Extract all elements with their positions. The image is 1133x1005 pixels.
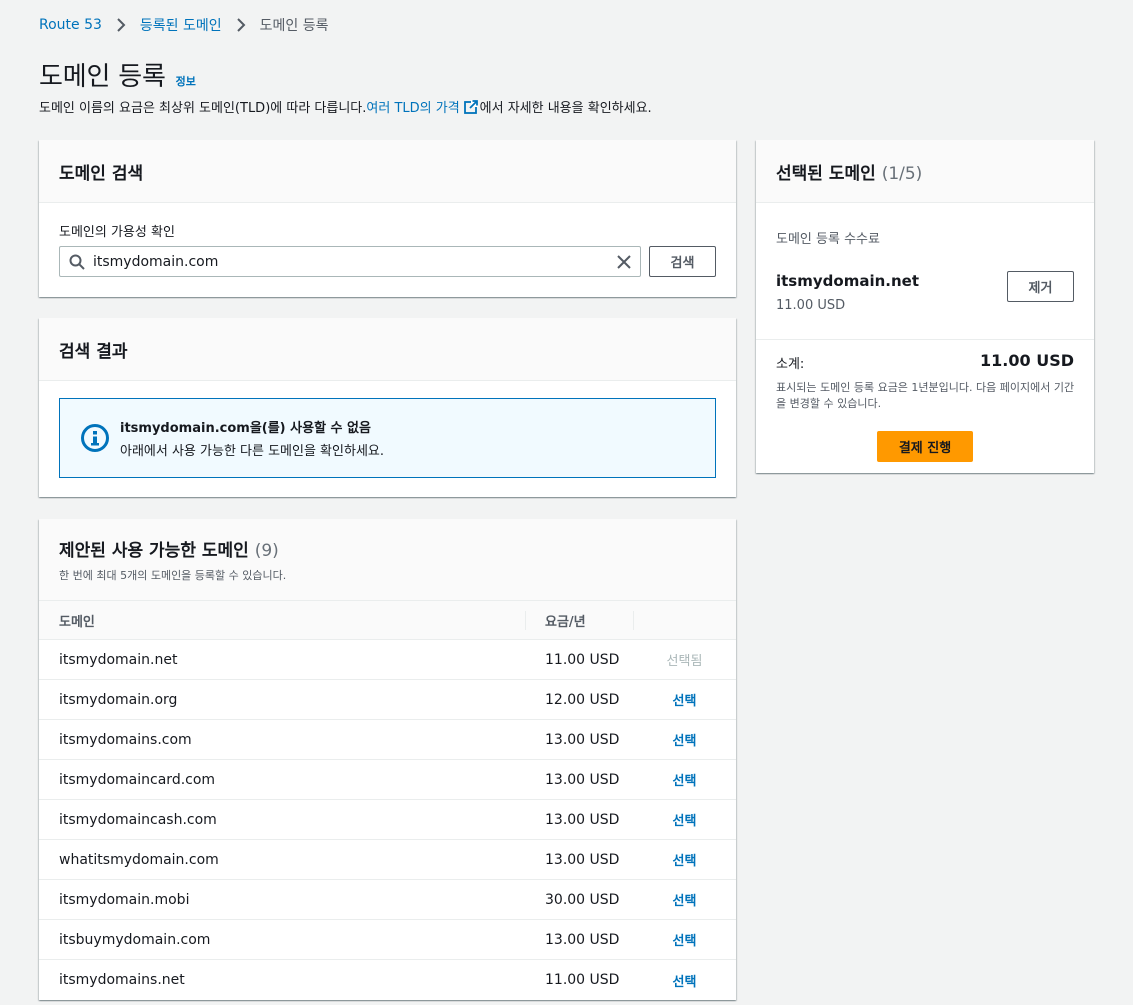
table-row: itsmydomaincard.com 13.00 USD 선택	[39, 760, 736, 800]
domain-search-title: 도메인 검색	[59, 163, 144, 184]
tld-pricing-link[interactable]: 여러 TLD의 가격	[366, 97, 459, 116]
row-price: 13.00 USD	[545, 771, 620, 788]
table-body: itsmydomain.net 11.00 USD 선택됨 itsmydomai…	[39, 640, 736, 1000]
selected-domains-title-text: 선택된 도메인	[776, 163, 876, 184]
page-title: 도메인 등록	[39, 62, 166, 92]
alert-title: itsmydomain.com을(를) 사용할 수 없음	[120, 421, 371, 436]
table-header: 도메인 요금/년	[39, 601, 736, 640]
registration-fee-label: 도메인 등록 수수료	[776, 232, 880, 247]
select-button[interactable]: 선택	[673, 734, 697, 749]
row-price: 13.00 USD	[545, 851, 620, 868]
select-button[interactable]: 선택	[673, 774, 697, 789]
page-header: 도메인 등록 정보	[39, 56, 196, 93]
selected-label: 선택됨	[666, 654, 703, 669]
search-field[interactable]	[59, 246, 641, 277]
checkout-button[interactable]: 결제 진행	[877, 431, 973, 462]
select-button[interactable]: 선택	[673, 934, 697, 949]
row-domain: itsmydomain.mobi	[59, 891, 190, 908]
description-text: 도메인 이름의 요금은 최상위 도메인(TLD)에 따라 다릅니다.	[39, 101, 367, 116]
row-price: 13.00 USD	[545, 931, 620, 948]
row-domain: itsmydomains.com	[59, 731, 192, 748]
suggested-domains-subtitle: 한 번에 최대 5개의 도메인을 등록할 수 있습니다.	[59, 569, 287, 582]
alert-text: itsmydomain.com을(를) 사용할 수 없음 아래에서 사용 가능한…	[120, 417, 384, 459]
row-price: 13.00 USD	[545, 811, 620, 828]
suggested-domains-header: 제안된 사용 가능한 도메인 (9) 한 번에 최대 5개의 도메인을 등록할 …	[39, 519, 736, 601]
suggested-domains-title: 제안된 사용 가능한 도메인 (9)	[59, 536, 716, 561]
external-link-icon[interactable]	[463, 99, 478, 114]
row-price: 11.00 USD	[545, 651, 620, 668]
subtotal-value: 11.00 USD	[980, 351, 1074, 370]
page-description: 도메인 이름의 요금은 최상위 도메인(TLD)에 따라 다릅니다. 여러 TL…	[39, 97, 652, 116]
row-domain: itsbuymydomain.com	[59, 931, 211, 948]
chevron-right-icon	[110, 15, 132, 35]
selected-domains-title: 선택된 도메인 (1/5)	[776, 159, 1074, 184]
select-button[interactable]: 선택	[673, 894, 697, 909]
selected-domains-header: 선택된 도메인 (1/5)	[756, 140, 1094, 203]
suggested-domains-panel: 제안된 사용 가능한 도메인 (9) 한 번에 최대 5개의 도메인을 등록할 …	[39, 519, 736, 1000]
row-price: 12.00 USD	[545, 691, 620, 708]
subtotal-label: 소계:	[776, 357, 805, 372]
column-divider	[525, 611, 526, 630]
select-button[interactable]: 선택	[673, 854, 697, 869]
info-icon	[80, 423, 110, 453]
row-domain: itsmydomaincash.com	[59, 811, 217, 828]
row-domain: itsmydomains.net	[59, 972, 185, 988]
info-link[interactable]: 정보	[176, 73, 196, 89]
row-domain: itsmydomain.net	[59, 651, 178, 668]
description-suffix: 에서 자세한 내용을 확인하세요.	[479, 101, 652, 116]
table-row: itsmydomain.mobi 30.00 USD 선택	[39, 880, 736, 920]
table-row: itsmydomains.net 11.00 USD 선택	[39, 960, 736, 1000]
table-row: itsmydomaincash.com 13.00 USD 선택	[39, 800, 736, 840]
row-price: 11.00 USD	[545, 972, 620, 988]
select-button[interactable]: 선택	[673, 694, 697, 709]
domain-search-input[interactable]	[93, 247, 615, 276]
row-domain: whatitsmydomain.com	[59, 851, 219, 868]
table-row: itsmydomain.net 11.00 USD 선택됨	[39, 640, 736, 680]
search-icon	[69, 254, 85, 270]
select-button[interactable]: 선택	[673, 975, 697, 990]
row-domain: itsmydomain.org	[59, 691, 178, 708]
search-button[interactable]: 검색	[649, 246, 716, 277]
table-row: itsmydomain.org 12.00 USD 선택	[39, 680, 736, 720]
row-price: 30.00 USD	[545, 891, 620, 908]
remove-button[interactable]: 제거	[1007, 271, 1074, 302]
table-row: whatitsmydomain.com 13.00 USD 선택	[39, 840, 736, 880]
column-divider	[633, 611, 634, 630]
column-header-domain[interactable]: 도메인	[39, 611, 525, 630]
selected-domains-panel: 선택된 도메인 (1/5) 도메인 등록 수수료 itsmydomain.net…	[756, 140, 1094, 473]
select-button[interactable]: 선택	[673, 814, 697, 829]
search-results-header: 검색 결과	[39, 318, 736, 381]
breadcrumb: Route 53 등록된 도메인 도메인 등록	[39, 15, 329, 35]
breadcrumb-current: 도메인 등록	[259, 18, 329, 34]
column-header-price[interactable]: 요금/년	[525, 611, 633, 630]
breadcrumb-route53[interactable]: Route 53	[39, 17, 102, 33]
domain-search-panel: 도메인 검색 도메인의 가용성 확인 검색	[39, 140, 736, 297]
table-row: itsmydomains.com 13.00 USD 선택	[39, 720, 736, 760]
domain-search-header: 도메인 검색	[39, 140, 736, 203]
selected-domain-name: itsmydomain.net	[776, 272, 919, 290]
suggested-count: (9)	[254, 541, 279, 561]
close-icon[interactable]	[615, 253, 633, 271]
availability-label: 도메인의 가용성 확인	[59, 225, 175, 240]
suggested-domains-title-text: 제안된 사용 가능한 도메인	[59, 541, 249, 561]
search-results-panel: 검색 결과 itsmydomain.com을(를) 사용할 수 없음 아래에서 …	[39, 318, 736, 497]
pricing-note: 표시되는 도메인 등록 요금은 1년분입니다. 다음 페이지에서 기간을 변경할…	[776, 381, 1075, 410]
breadcrumb-registered-domains[interactable]: 등록된 도메인	[140, 15, 222, 35]
chevron-right-icon	[230, 15, 252, 35]
divider	[756, 339, 1094, 340]
row-price: 13.00 USD	[545, 731, 620, 748]
row-domain: itsmydomaincard.com	[59, 771, 216, 788]
alert-body: 아래에서 사용 가능한 다른 도메인을 확인하세요.	[120, 444, 384, 459]
table-row: itsbuymydomain.com 13.00 USD 선택	[39, 920, 736, 960]
selected-domain-price: 11.00 USD	[776, 298, 846, 313]
search-results-title: 검색 결과	[59, 341, 128, 362]
selected-count: (1/5)	[881, 163, 923, 184]
unavailable-alert: itsmydomain.com을(를) 사용할 수 없음 아래에서 사용 가능한…	[59, 398, 716, 478]
